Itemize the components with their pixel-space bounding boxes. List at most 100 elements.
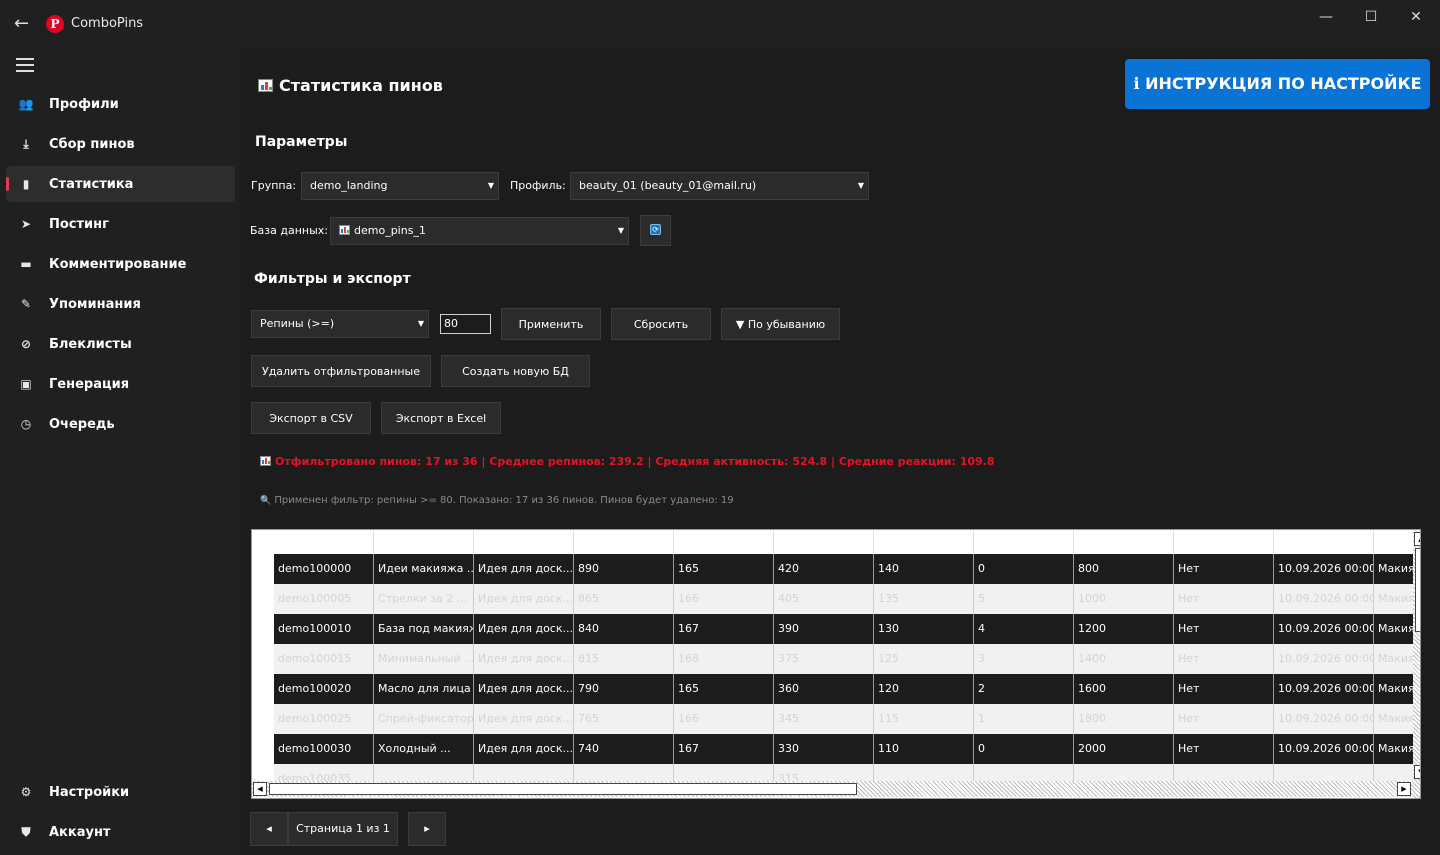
delete-filtered-button[interactable]: Удалить отфильтрованные — [251, 355, 431, 387]
filter-info: 🔍 Применен фильтр: репины >= 80. Показан… — [260, 495, 734, 506]
sidebar-item-download[interactable]: ⤓ Сбор пинов — [6, 126, 235, 162]
table-cell: 0 — [974, 554, 1074, 584]
table-header-cell[interactable] — [474, 530, 574, 554]
sidebar-item-bar-chart[interactable]: ▮ Статистика — [6, 166, 235, 202]
table-row[interactable]: demo100025 Спрей-фиксатор Идея для доск...… — [274, 704, 1414, 734]
table-cell: Нет — [1174, 704, 1274, 734]
table-cell: Макия — [1374, 584, 1414, 614]
table-header-cell[interactable] — [274, 530, 374, 554]
shield-icon: ⛊ — [21, 825, 31, 839]
database-select[interactable]: demo_pins_1 ▼ — [330, 217, 629, 245]
sort-order-button[interactable]: ▼ По убыванию — [721, 308, 840, 340]
sidebar-item-comment[interactable]: ▬ Комментирование — [6, 246, 235, 282]
users-icon: 👥 — [18, 97, 34, 111]
scroll-up-icon[interactable]: ▲ — [1414, 532, 1420, 546]
sidebar-item-label: Очередь — [49, 417, 115, 432]
table-header-cell[interactable] — [1374, 530, 1414, 554]
table-header-cell[interactable] — [774, 530, 874, 554]
sidebar-item-clock[interactable]: ◷ Очередь — [6, 406, 235, 442]
table-header-cell[interactable] — [1074, 530, 1174, 554]
chart-emoji-icon — [258, 79, 273, 92]
table-cell: Идея для доск... — [474, 584, 574, 614]
apply-button[interactable]: Применить — [501, 308, 601, 340]
refresh-button[interactable]: ⟳ — [640, 215, 671, 246]
sidebar-item-pencil[interactable]: ✎ Упоминания — [6, 286, 235, 322]
table-row[interactable]: demo100005 Стрелки за 2 ... Идея для доск.… — [274, 584, 1414, 614]
table-header-cell[interactable] — [874, 530, 974, 554]
table-cell: 135 — [874, 584, 974, 614]
table-cell: 2000 — [1074, 734, 1174, 764]
hamburger-menu-icon[interactable] — [16, 58, 34, 72]
table-cell: Макия — [1374, 644, 1414, 674]
maximize-button[interactable]: ☐ — [1351, 6, 1391, 28]
table-header-cell[interactable] — [374, 530, 474, 554]
table-cell: 405 — [774, 584, 874, 614]
table-cell: 10.09.2026 00:00 — [1274, 674, 1374, 704]
table-header-cell[interactable] — [574, 530, 674, 554]
stats-summary: Отфильтровано пинов: 17 из 36 | Среднее … — [260, 455, 995, 468]
vertical-scrollbar[interactable]: ▲ ▼ — [1413, 530, 1420, 798]
scroll-left-icon[interactable]: ◀ — [253, 782, 267, 796]
profile-select[interactable]: beauty_01 (beauty_01@mail.ru) ▼ — [570, 172, 869, 200]
next-page-button[interactable]: ▸ — [408, 812, 446, 846]
sidebar-item-label: Постинг — [49, 217, 109, 232]
scroll-right-icon[interactable]: ▶ — [1397, 782, 1411, 796]
sidebar-item-gear[interactable]: ⚙ Настройки — [6, 774, 235, 810]
table-cell: Холодный ... — [374, 734, 474, 764]
scroll-down-icon[interactable]: ▼ — [1414, 765, 1420, 779]
horizontal-scrollbar[interactable]: ◀ ▶ — [252, 781, 1413, 797]
page-indicator: Страница 1 из 1 — [288, 812, 398, 846]
magnifier-icon: 🔍 — [260, 496, 272, 506]
create-db-button[interactable]: Создать новую БД — [441, 355, 590, 387]
table-row[interactable]: demo100010 База под макияж Идея для доск..… — [274, 614, 1414, 644]
table-cell: 167 — [674, 734, 774, 764]
table-header-cell[interactable] — [974, 530, 1074, 554]
table-cell: 840 — [574, 614, 674, 644]
back-arrow-icon[interactable]: ← — [14, 14, 34, 34]
filter-field-select[interactable]: Репины (>=) ▼ — [251, 310, 429, 338]
table-cell: demo100030 — [274, 734, 374, 764]
export-csv-button[interactable]: Экспорт в CSV — [251, 402, 371, 434]
table-cell: 1 — [974, 704, 1074, 734]
horizontal-scroll-thumb[interactable] — [269, 783, 857, 795]
table-cell: 140 — [874, 554, 974, 584]
table-cell: 2 — [974, 674, 1074, 704]
group-select[interactable]: demo_landing ▼ — [301, 172, 499, 200]
sidebar-item-shield[interactable]: ⛊ Аккаунт — [6, 814, 235, 850]
table-cell: demo100025 — [274, 704, 374, 734]
table-cell: 1000 — [1074, 584, 1174, 614]
prev-page-button[interactable]: ◂ — [250, 812, 288, 846]
table-row[interactable]: demo100000 Идеи макияжа ... Идея для доск.… — [274, 554, 1414, 584]
table-cell: 168 — [674, 644, 774, 674]
minimize-button[interactable]: — — [1306, 6, 1346, 28]
setup-guide-button[interactable]: ℹ ИНСТРУКЦИЯ ПО НАСТРОЙКЕ — [1125, 59, 1430, 109]
sidebar-item-block[interactable]: ⊘ Блеклисты — [6, 326, 235, 362]
table-header-cell[interactable] — [674, 530, 774, 554]
table-cell: 130 — [874, 614, 974, 644]
table-cell: 0 — [974, 734, 1074, 764]
sidebar-item-users[interactable]: 👥 Профили — [6, 86, 235, 122]
table-cell: 1800 — [1074, 704, 1174, 734]
table-cell: 330 — [774, 734, 874, 764]
table-cell: 10.09.2026 00:00 — [1274, 704, 1374, 734]
vertical-scroll-thumb[interactable] — [1415, 548, 1420, 632]
table-row[interactable]: demo100015 Минимальный ... Идея для доск..… — [274, 644, 1414, 674]
table-header-cell[interactable] — [1174, 530, 1274, 554]
sidebar-item-image[interactable]: ▣ Генерация — [6, 366, 235, 402]
sidebar-item-label: Статистика — [49, 177, 134, 192]
export-excel-button[interactable]: Экспорт в Excel — [381, 402, 501, 434]
block-icon: ⊘ — [20, 337, 32, 351]
table-row[interactable]: demo100030 Холодный ... Идея для доск... 74… — [274, 734, 1414, 764]
filter-info-text: Применен фильтр: репины >= 80. Показано:… — [274, 495, 734, 506]
chevron-down-icon: ▼ — [487, 181, 494, 190]
sidebar-item-send[interactable]: ➤ Постинг — [6, 206, 235, 242]
table-row[interactable]: demo100020 Масло для лица Идея для доск...… — [274, 674, 1414, 704]
database-label: База данных: — [250, 224, 329, 237]
pins-table[interactable]: demo100000 Идеи макияжа ... Идея для доск.… — [251, 529, 1421, 799]
table-cell: 1200 — [1074, 614, 1174, 644]
table-cell: Нет — [1174, 674, 1274, 704]
close-button[interactable]: ✕ — [1396, 6, 1436, 28]
reset-button[interactable]: Сбросить — [611, 308, 711, 340]
filter-value-input[interactable]: 80 — [440, 314, 491, 334]
table-header-cell[interactable] — [1274, 530, 1374, 554]
